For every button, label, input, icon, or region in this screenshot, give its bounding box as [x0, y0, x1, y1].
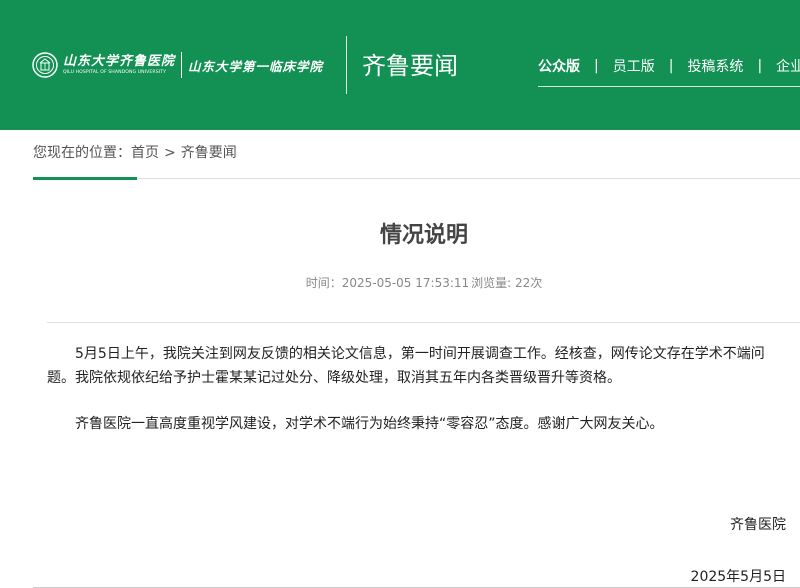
- content-divider: [47, 322, 800, 323]
- article-signature: 齐鲁医院: [730, 517, 786, 533]
- breadcrumb: 您现在的位置：首页 > 齐鲁要闻: [33, 143, 237, 163]
- breadcrumb-current[interactable]: 齐鲁要闻: [181, 145, 237, 161]
- logo-name-en: QILU HOSPITAL OF SHANDONG UNIVERSITY: [63, 70, 166, 75]
- site-header: 山东大学齐鲁医院 QILU HOSPITAL OF SHANDONG UNIVE…: [0, 0, 800, 130]
- article-paragraph: 齐鲁医院一直高度重视学风建设，对学术不端行为始终秉持“零容忍”态度。感谢广大网友…: [75, 416, 664, 432]
- breadcrumb-separator: >: [164, 145, 176, 161]
- nav-item-public[interactable]: 公众版: [538, 56, 580, 76]
- article-title: 情况说明: [379, 223, 468, 248]
- article-meta: 时间：2025-05-05 17:53:11 浏览量: 22次: [0, 274, 800, 292]
- breadcrumb-accent-bar: [33, 177, 137, 180]
- views-label: 浏览量:: [471, 276, 512, 290]
- view-count: 22次: [515, 276, 543, 290]
- nav-item-enterprise[interactable]: 企业: [776, 56, 800, 76]
- article-paragraph: 5月5日上午，我院关注到网友反馈的相关论文信息，第一时间开展调查工作。经核查，网…: [47, 346, 765, 386]
- nav-separator: |: [757, 58, 763, 74]
- hospital-seal-icon: [32, 52, 58, 78]
- nav-separator: |: [594, 58, 599, 74]
- logo-text: 山东大学齐鲁医院 QILU HOSPITAL OF SHANDONG UNIVE…: [63, 54, 175, 76]
- breadcrumb-home[interactable]: 首页: [131, 145, 159, 161]
- article-date: 2025年5月5日: [690, 569, 786, 585]
- header-divider: [346, 36, 347, 94]
- logo-college-name: 山东大学第一临床学院: [188, 58, 324, 74]
- breadcrumb-divider: [33, 178, 800, 179]
- section-title: 齐鲁要闻: [362, 52, 458, 80]
- hospital-logo[interactable]: 山东大学齐鲁医院 QILU HOSPITAL OF SHANDONG UNIVE…: [32, 50, 323, 80]
- breadcrumb-prefix: 您现在的位置：: [33, 145, 131, 161]
- nav-separator: |: [668, 58, 674, 74]
- nav-item-submission[interactable]: 投稿系统: [687, 56, 743, 76]
- top-nav: 公众版 | 员工版 | 投稿系统 | 企业: [538, 52, 800, 80]
- logo-name-cn: 山东大学齐鲁医院: [63, 54, 176, 69]
- nav-item-staff[interactable]: 员工版: [613, 56, 655, 76]
- time-label: 时间：: [305, 276, 342, 290]
- nav-underline: [538, 86, 800, 87]
- publish-time: 2025-05-05 17:53:11: [341, 276, 470, 290]
- logo-divider: [181, 52, 183, 78]
